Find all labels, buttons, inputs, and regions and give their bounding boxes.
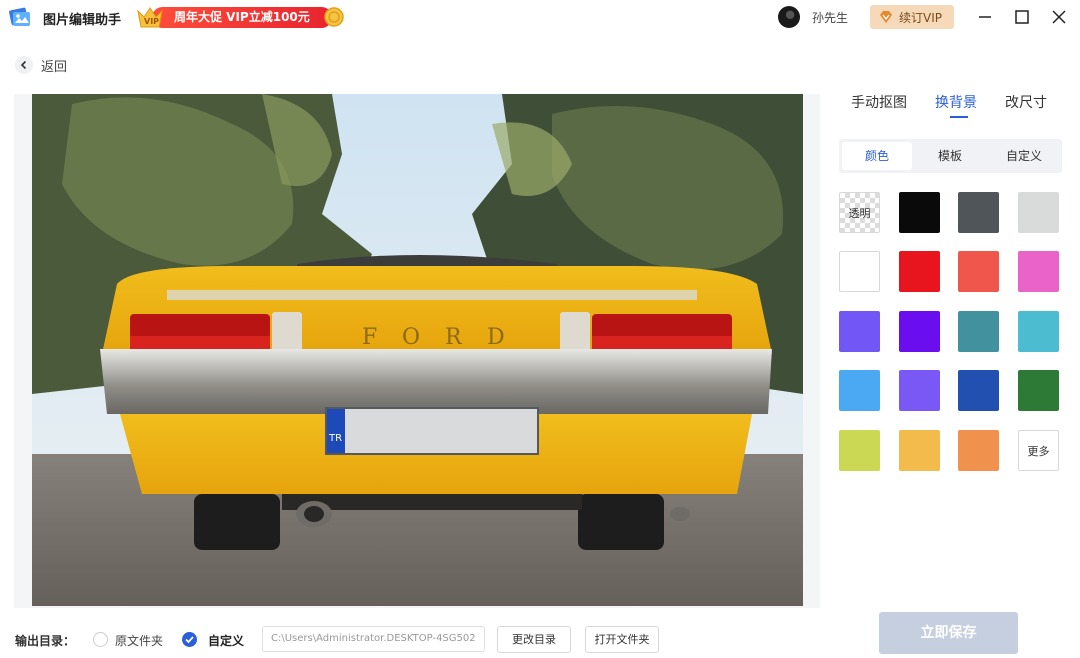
color-swatch[interactable] [1018,370,1059,411]
user-name[interactable]: 孙先生 [812,9,848,26]
vip-crown-icon: VIP [137,7,163,28]
active-tab-indicator [950,116,968,118]
app-logo-icon [9,7,30,26]
tab-manual-cutout[interactable]: 手动抠图 [851,92,907,112]
color-swatch[interactable] [1018,192,1059,233]
plate-prefix: TR [328,433,342,444]
tab-change-background[interactable]: 换背景 [935,92,977,112]
radio-original-folder-label[interactable]: 原文件夹 [115,632,163,649]
subtab-color[interactable]: 颜色 [842,142,912,170]
maximize-icon[interactable] [1012,7,1032,27]
app-title: 图片编辑助手 [43,13,122,28]
back-button[interactable]: 返回 [15,55,67,75]
color-swatch[interactable] [958,251,999,292]
brand-letter: R [445,325,463,350]
save-now-button[interactable]: 立即保存 [879,612,1018,654]
swatch-label: 更多 [1027,444,1050,458]
subtab-custom[interactable]: 自定义 [989,142,1059,170]
open-folder-button[interactable]: 打开文件夹 [585,626,659,653]
color-swatch[interactable] [958,311,999,352]
brand-letter: D [487,325,505,350]
color-swatch[interactable] [899,430,940,471]
radio-custom-folder-label[interactable]: 自定义 [208,632,244,649]
color-swatch[interactable] [958,370,999,411]
radio-original-folder[interactable] [93,632,108,647]
diamond-icon [880,11,892,23]
background-source-tabs: 颜色 模板 自定义 [839,139,1062,173]
color-swatch[interactable] [899,251,940,292]
coin-icon [324,7,344,27]
back-arrow-icon [15,56,33,74]
title-bar: 图片编辑助手 VIP 周年大促 VIP立减100元 孙先生 续订VIP [0,0,1080,34]
subtab-template[interactable]: 模板 [915,142,985,170]
back-label: 返回 [41,59,68,75]
color-swatch[interactable] [899,192,940,233]
output-dir-label: 输出目录： [15,634,76,648]
tab-resize[interactable]: 改尺寸 [1005,92,1047,112]
brand-letter: F [362,325,377,350]
color-swatch[interactable] [839,311,880,352]
preview-image: F O R D TR [32,94,803,606]
color-swatch[interactable] [839,430,880,471]
color-swatch[interactable] [1018,311,1059,352]
color-swatch[interactable] [839,370,880,411]
radio-custom-folder[interactable] [182,632,197,647]
close-icon[interactable] [1049,7,1069,27]
color-swatch[interactable] [839,251,880,292]
renew-vip-button[interactable]: 续订VIP [870,5,954,29]
color-swatch[interactable] [899,311,940,352]
color-swatch[interactable] [1018,251,1059,292]
color-swatch[interactable] [958,192,999,233]
swatch-label: 透明 [848,206,871,220]
brand-letter: O [402,325,420,350]
promo-banner[interactable]: VIP 周年大促 VIP立减100元 [136,5,344,30]
color-swatch[interactable] [958,430,999,471]
minimize-icon[interactable] [975,7,995,27]
output-path-field[interactable]: C:\Users\Administrator.DESKTOP-4SG502 [262,626,485,652]
swatch-more[interactable]: 更多 [1018,430,1059,471]
check-icon [185,636,194,644]
color-swatch[interactable] [899,370,940,411]
user-avatar[interactable] [778,6,800,28]
renew-vip-label: 续订VIP [899,11,942,25]
change-directory-button[interactable]: 更改目录 [497,626,571,653]
promo-text: 周年大促 VIP立减100元 [174,10,310,24]
svg-text:VIP: VIP [144,17,159,26]
swatch-transparent[interactable]: 透明 [839,192,880,233]
